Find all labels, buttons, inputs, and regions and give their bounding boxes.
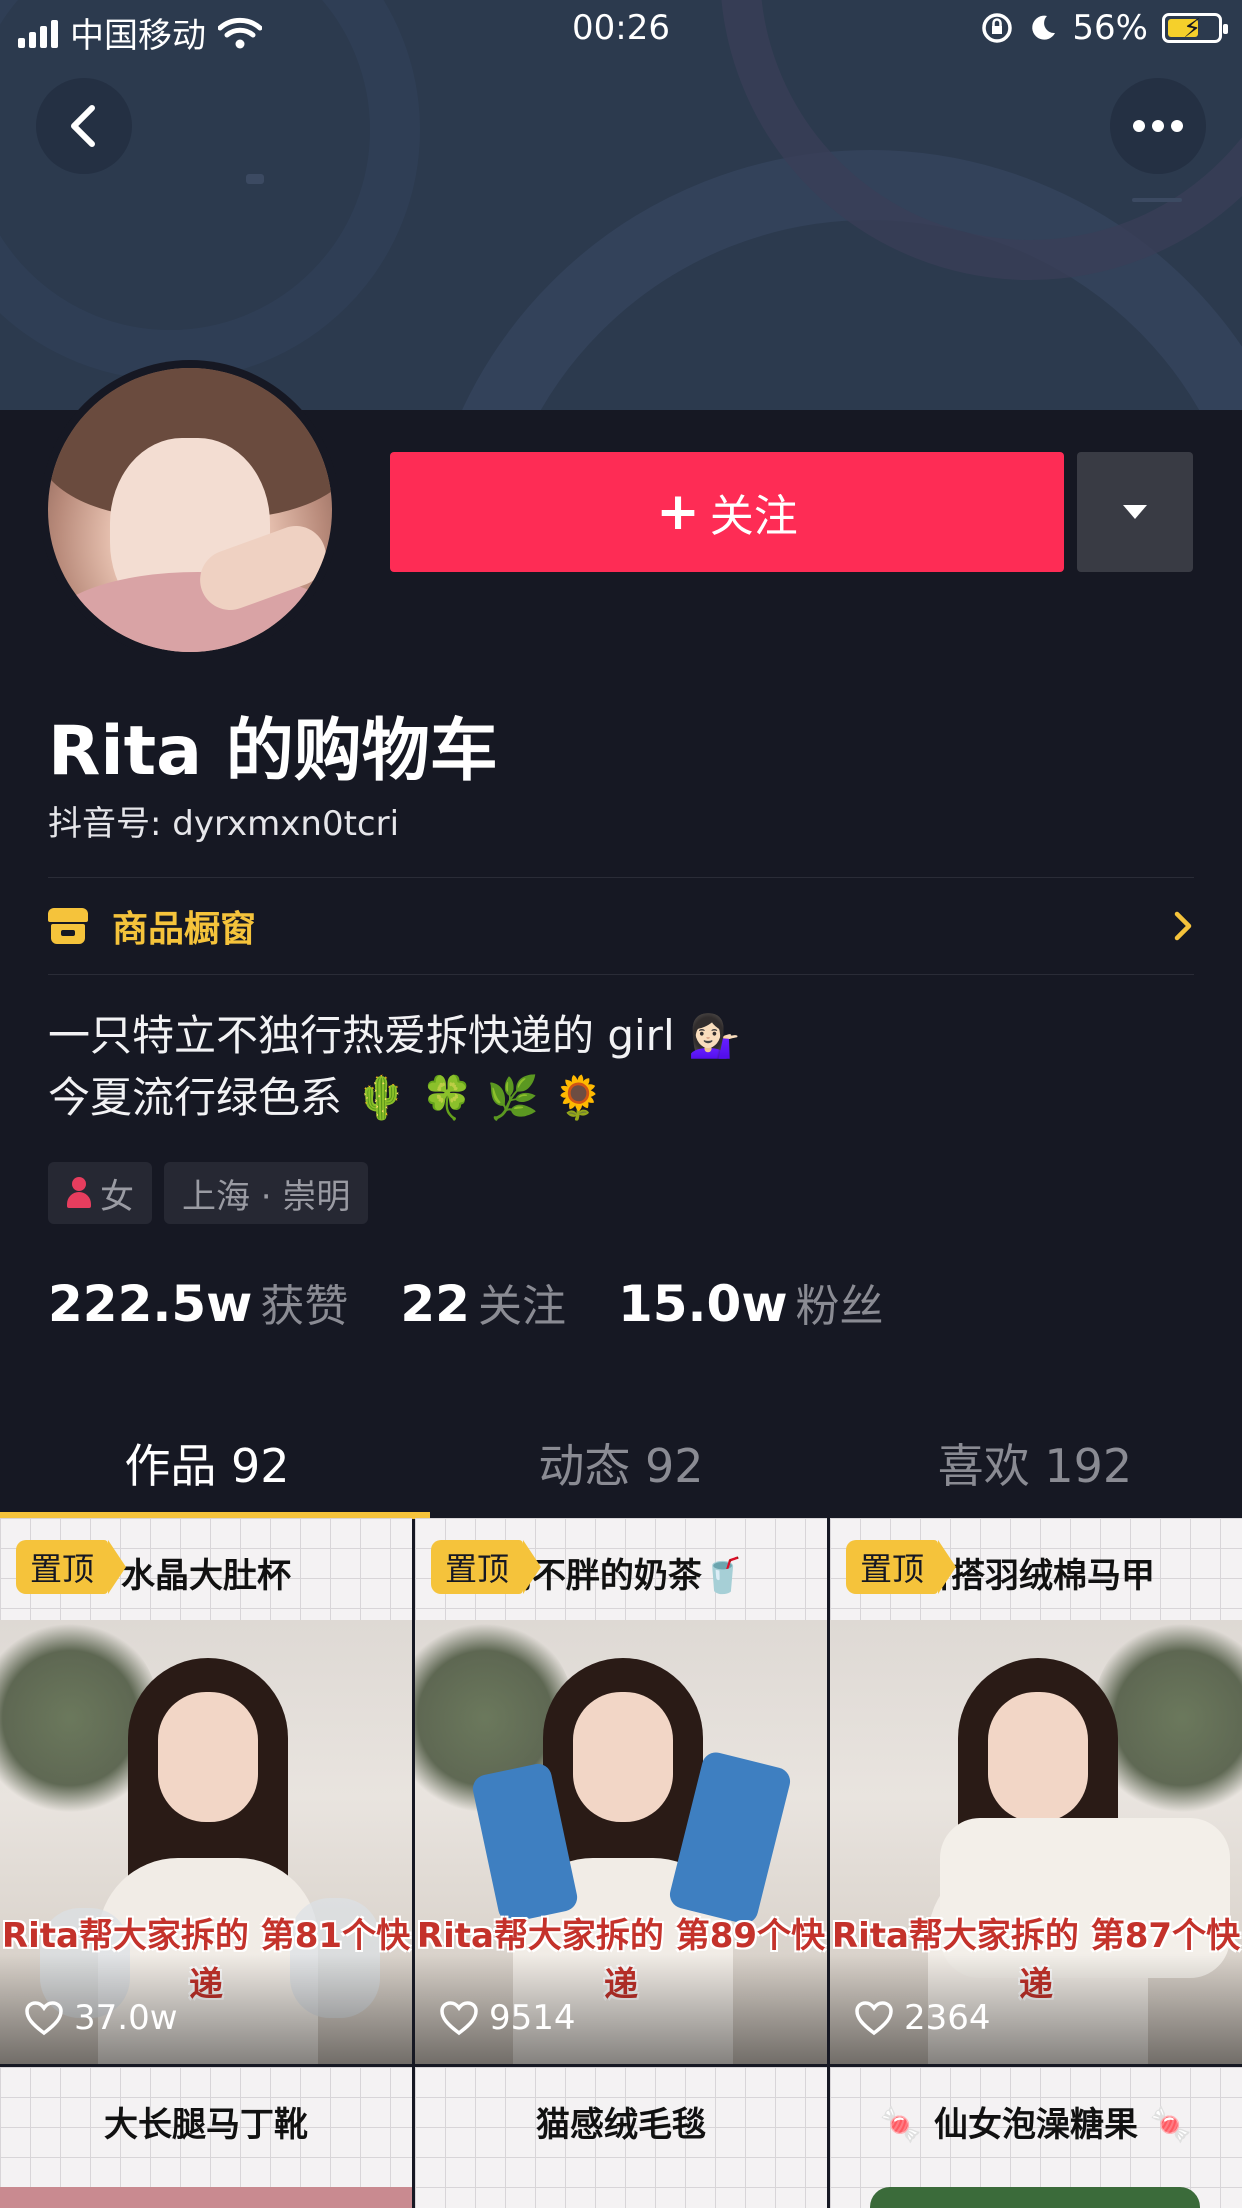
like-count-value: 9514 xyxy=(489,1998,576,2038)
following-count: 22 xyxy=(400,1275,470,1333)
profile-tabs: 作品 92 动态 92 喜欢 192 xyxy=(0,1400,1242,1518)
like-count: 9514 xyxy=(439,1998,576,2038)
showcase-label: 商品橱窗 xyxy=(112,909,257,950)
recommend-dropdown-button[interactable] xyxy=(1077,452,1193,572)
bio-line: 今夏流行绿色系 🌵 🍀 🌿 🌻 xyxy=(48,1073,605,1122)
video-thumbnail[interactable]: 🍬 仙女泡澡糖果 🍬 xyxy=(830,2067,1242,2208)
profile-page: 中国移动 00:26 56% ⚡ + 关注 Rita 的购物车 抖音号: dyr… xyxy=(0,0,1242,2208)
video-thumbnail[interactable]: 大长腿马丁靴 xyxy=(0,2067,412,2208)
heart-outline-icon xyxy=(440,2001,478,2036)
orientation-lock-icon xyxy=(982,13,1013,43)
profile-stats: 222.5w 获赞 22 关注 15.0w 粉丝 xyxy=(48,1270,884,1334)
banner-decoration xyxy=(246,174,264,184)
fans-label: 粉丝 xyxy=(795,1281,884,1332)
likes-label: 获赞 xyxy=(260,1281,349,1332)
more-button[interactable] xyxy=(1110,78,1206,174)
back-button[interactable] xyxy=(36,78,132,174)
video-title: 🍬 仙女泡澡糖果 🍬 xyxy=(879,2105,1193,2145)
divider xyxy=(48,974,1194,975)
video-thumbnail[interactable]: 水晶大肚杯 Rita帮大家拆的 第81个快递 置顶 37.0w xyxy=(0,1518,412,2064)
like-count: 2364 xyxy=(854,1998,991,2038)
likes-stat: 222.5w 获赞 xyxy=(48,1270,348,1334)
banner-decoration xyxy=(1132,198,1182,202)
heart-outline-icon xyxy=(855,2001,893,2036)
likes-count: 222.5w xyxy=(48,1275,253,1333)
fans-count: 15.0w xyxy=(617,1275,788,1333)
like-count-value: 2364 xyxy=(904,1998,991,2038)
pinned-badge: 置顶 xyxy=(846,1540,957,1594)
chevron-right-icon xyxy=(1174,911,1192,941)
profile-banner xyxy=(0,0,1242,410)
location-tag: 上海 · 崇明 xyxy=(164,1162,369,1224)
following-stat[interactable]: 22 关注 xyxy=(400,1270,566,1334)
douyin-id[interactable]: 抖音号: dyrxmxn0tcri xyxy=(48,796,399,845)
video-thumbnail[interactable]: 喝不胖的奶茶🥤 Rita帮大家拆的 第89个快递 置顶 9514 xyxy=(415,1518,827,2064)
like-count-value: 37.0w xyxy=(74,1998,178,2038)
gender-tag: 女 xyxy=(48,1162,152,1224)
product-showcase-row[interactable]: 商品橱窗 xyxy=(48,878,1194,974)
pinned-badge: 置顶 xyxy=(431,1540,542,1594)
following-label: 关注 xyxy=(477,1281,566,1332)
bio-line: 一只特立不独行热爱拆快递的 girl 💁🏻‍♀️ xyxy=(48,1011,741,1060)
female-icon xyxy=(66,1177,92,1209)
heart-outline-icon xyxy=(25,2001,63,2036)
video-grid: 水晶大肚杯 Rita帮大家拆的 第81个快递 置顶 37.0w 喝不胖的奶茶🥤 … xyxy=(0,1518,1242,2208)
battery-icon: ⚡ xyxy=(1162,13,1228,44)
video-thumbnail[interactable]: 猫感绒毛毯 xyxy=(415,2067,827,2208)
pinned-badge: 置顶 xyxy=(16,1540,127,1594)
triangle-down-icon xyxy=(1123,505,1147,519)
storefront-icon xyxy=(48,908,88,944)
video-title: 猫感绒毛毯 xyxy=(536,2105,706,2145)
tab-works[interactable]: 作品 92 xyxy=(0,1400,414,1518)
fans-stat[interactable]: 15.0w 粉丝 xyxy=(618,1270,884,1334)
battery-percent: 56% xyxy=(1072,8,1148,48)
tab-likes[interactable]: 喜欢 192 xyxy=(828,1400,1242,1518)
location-label: 上海 · 崇明 xyxy=(182,1176,351,1217)
moon-icon xyxy=(1032,15,1056,40)
profile-name: Rita 的购物车 xyxy=(48,712,498,791)
video-thumbnail[interactable]: 百搭羽绒棉马甲 Rita帮大家拆的 第87个快递 置顶 2364 xyxy=(830,1518,1242,2064)
bio: 一只特立不独行热爱拆快递的 girl 💁🏻‍♀️ 今夏流行绿色系 🌵 🍀 🌿 🌻 xyxy=(48,1005,740,1129)
ellipsis-icon xyxy=(1133,120,1183,132)
follow-label: 关注 xyxy=(709,491,798,542)
avatar[interactable] xyxy=(40,360,340,660)
like-count: 37.0w xyxy=(24,1998,178,2038)
chevron-left-icon xyxy=(71,105,95,147)
tab-activity[interactable]: 动态 92 xyxy=(414,1400,828,1518)
profile-tags: 女 上海 · 崇明 xyxy=(48,1162,369,1224)
follow-button[interactable]: + 关注 xyxy=(390,452,1064,572)
video-title: 大长腿马丁靴 xyxy=(104,2105,308,2145)
status-bar: 中国移动 00:26 56% ⚡ xyxy=(0,0,1242,60)
plus-icon: + xyxy=(656,482,700,542)
gender-label: 女 xyxy=(100,1176,134,1217)
